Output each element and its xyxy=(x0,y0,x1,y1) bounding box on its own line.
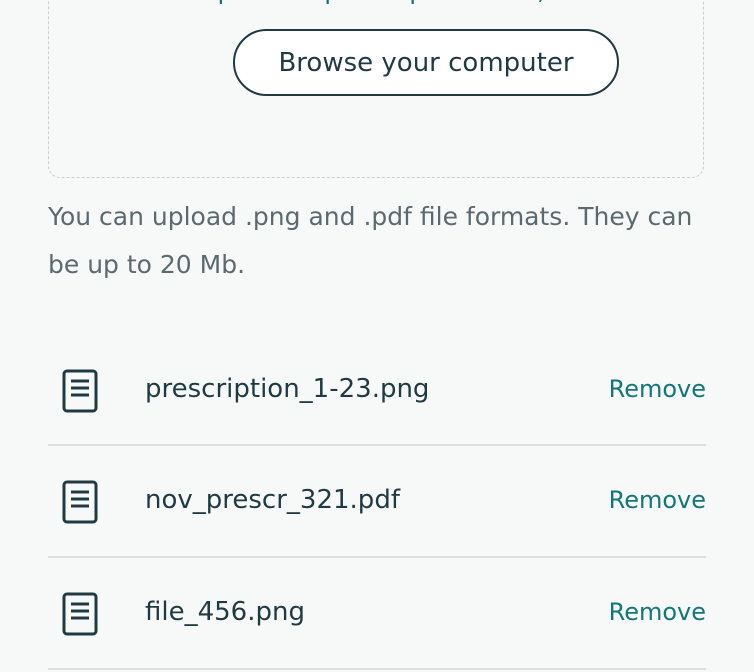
remove-file-button[interactable]: Remove xyxy=(609,446,706,555)
drop-zone-text: Drop a new prescription here, or xyxy=(49,0,703,11)
browse-computer-button[interactable]: Browse your computer xyxy=(233,29,619,96)
file-row: prescription_1-23.png Remove xyxy=(48,335,706,446)
document-icon xyxy=(62,480,98,524)
uploaded-file-list: prescription_1-23.png Remove nov_prescr_… xyxy=(48,335,706,670)
document-icon xyxy=(62,592,98,636)
upload-hint: You can upload .png and .pdf file format… xyxy=(48,202,693,279)
file-name: nov_prescr_321.pdf xyxy=(145,485,400,515)
file-row: file_456.png Remove xyxy=(48,558,706,670)
document-icon xyxy=(62,369,98,413)
file-row: nov_prescr_321.pdf Remove xyxy=(48,446,706,558)
remove-file-button[interactable]: Remove xyxy=(609,558,706,667)
file-name: file_456.png xyxy=(145,597,305,627)
upload-page: Drop a new prescription here, or Browse … xyxy=(0,0,754,672)
file-name: prescription_1-23.png xyxy=(145,374,430,404)
remove-file-button[interactable]: Remove xyxy=(609,335,706,444)
drop-zone[interactable]: Drop a new prescription here, or Browse … xyxy=(48,0,704,178)
